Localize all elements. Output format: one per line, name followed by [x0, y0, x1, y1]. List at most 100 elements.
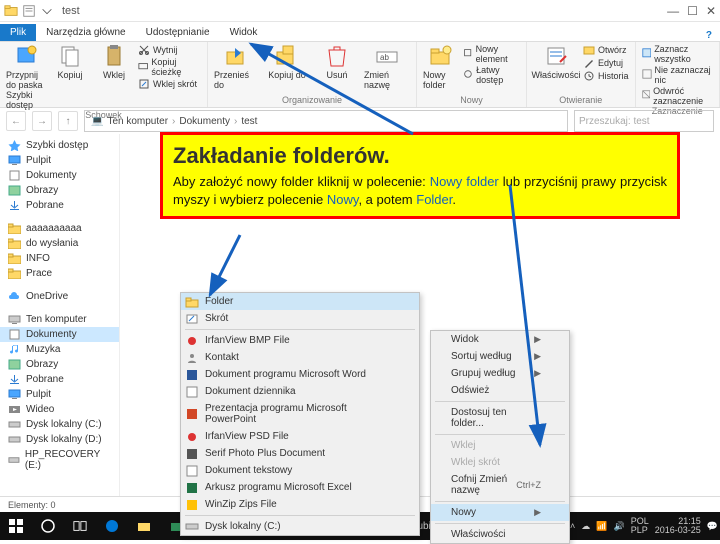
tray-network-icon[interactable]: 📶 [596, 521, 607, 532]
sidebar-item[interactable]: Obrazy [0, 357, 119, 372]
context-menu-new-item[interactable]: Dysk lokalny (C:) [181, 518, 419, 535]
context-menu-main[interactable]: Widok▶Sortuj według▶Grupuj według▶Odświe… [430, 330, 570, 544]
breadcrumb-item[interactable]: test [241, 116, 257, 127]
search-input[interactable]: Przeszukaj: test [574, 110, 714, 132]
sidebar-item-quick-access[interactable]: Szybki dostęp [0, 138, 119, 153]
sidebar-item[interactable]: Ten komputer [0, 312, 119, 327]
sidebar-item[interactable]: INFO [0, 251, 119, 266]
help-button[interactable]: ? [698, 30, 720, 41]
context-menu-new-item[interactable]: IrfanView BMP File [181, 332, 419, 349]
context-menu-item[interactable]: Cofnij Zmień nazwęCtrl+Z [431, 471, 569, 499]
copy-button[interactable]: Kopiuj [50, 44, 90, 80]
cortana-button[interactable] [34, 514, 62, 538]
sidebar-item[interactable]: Pobrane [0, 198, 119, 213]
new-item-button[interactable]: Nowy element [463, 44, 520, 64]
invert-selection-button[interactable]: Odwróć zaznaczenie [642, 86, 713, 106]
sidebar-item[interactable]: Pobrane [0, 372, 119, 387]
context-menu-item[interactable]: Widok▶ [431, 331, 569, 348]
context-menu-new-item[interactable]: Prezentacja programu Microsoft PowerPoin… [181, 400, 419, 428]
nav-tree[interactable]: Szybki dostęp PulpitDokumentyObrazyPobra… [0, 134, 120, 496]
nav-up-button[interactable]: ↑ [58, 111, 78, 131]
tray-action-center-icon[interactable]: 💬 [707, 521, 718, 532]
close-button[interactable]: ✕ [706, 4, 716, 18]
context-menu-new-item[interactable]: WinZip Zips File [181, 496, 419, 513]
context-menu-item[interactable]: Grupuj według▶ [431, 365, 569, 382]
context-menu-new[interactable]: FolderSkrótIrfanView BMP FileKontaktDoku… [180, 292, 420, 536]
breadcrumb-item[interactable]: Ten komputer [107, 116, 168, 127]
context-menu-new-item[interactable]: Folder [181, 293, 419, 310]
task-view-button[interactable] [66, 514, 94, 538]
ribbon-tabs: Plik Narzędzia główne Udostępnianie Wido… [0, 22, 720, 42]
menu-item-icon [185, 408, 199, 420]
context-menu-new-item[interactable]: Kontakt [181, 349, 419, 366]
properties-button[interactable]: Właściwości [533, 44, 579, 80]
tab-udostepnianie[interactable]: Udostępnianie [136, 24, 220, 41]
sidebar-item[interactable]: HP_RECOVERY (E:) [0, 447, 119, 473]
copy-path-button[interactable]: Kopiuj ścieżkę [138, 57, 201, 77]
sidebar-item[interactable]: Pulpit [0, 387, 119, 402]
sidebar-item[interactable]: Dysk lokalny (C:) [0, 417, 119, 432]
context-menu-new-item[interactable]: Dokument dziennika [181, 383, 419, 400]
sidebar-item[interactable]: Wideo [0, 402, 119, 417]
copy-to-button[interactable]: Kopiuj do [264, 44, 310, 80]
context-menu-new-item[interactable]: Skrót [181, 310, 419, 327]
sidebar-item[interactable]: Muzyka [0, 342, 119, 357]
rename-button[interactable]: abZmień nazwę [364, 44, 410, 90]
context-menu-item[interactable]: Odśwież [431, 382, 569, 399]
new-folder-button[interactable]: Nowy folder [423, 44, 459, 90]
tab-plik[interactable]: Plik [0, 24, 36, 41]
context-menu-item[interactable]: Właściwości [431, 526, 569, 543]
pin-button[interactable]: Przypnij do paska Szybki dostęp [6, 44, 46, 110]
delete-button[interactable]: Usuń [314, 44, 360, 80]
sidebar-item[interactable]: Dokumenty [0, 327, 119, 342]
start-button[interactable] [2, 514, 30, 538]
cut-button[interactable]: Wytnij [138, 44, 201, 56]
sidebar-item[interactable]: Obrazy [0, 183, 119, 198]
nav-forward-button[interactable]: → [32, 111, 52, 131]
tray-onedrive-icon[interactable]: ☁ [581, 521, 590, 532]
tray-up-icon[interactable]: ˄ [570, 521, 575, 531]
select-all-button[interactable]: Zaznacz wszystko [642, 44, 713, 64]
tray-language[interactable]: POL PLP [631, 517, 649, 535]
sidebar-item[interactable]: Dysk lokalny (D:) [0, 432, 119, 447]
context-menu-item[interactable]: Wklej [431, 437, 569, 454]
context-menu-item[interactable]: Dostosuj ten folder... [431, 404, 569, 432]
easy-access-button[interactable]: Łatwy dostęp [463, 65, 520, 85]
paste-button[interactable]: Wklej [94, 44, 134, 80]
context-menu-item[interactable]: Sortuj według▶ [431, 348, 569, 365]
context-menu-item[interactable]: Nowy▶ [431, 504, 569, 521]
maximize-button[interactable]: ☐ [687, 4, 698, 18]
taskbar-edge[interactable] [98, 514, 126, 538]
taskbar-explorer[interactable] [130, 514, 158, 538]
edit-button[interactable]: Edytuj [583, 57, 629, 69]
sidebar-item[interactable]: OneDrive [0, 289, 119, 304]
move-to-button[interactable]: Przenieś do [214, 44, 260, 90]
context-menu-new-item[interactable]: Serif Photo Plus Document [181, 445, 419, 462]
system-tray[interactable]: ˄ ☁ 📶 🔊 POL PLP 21:152016-03-25 💬 [570, 517, 718, 535]
history-button[interactable]: Historia [583, 70, 629, 82]
sidebar-item[interactable]: aaaaaaaaaa [0, 221, 119, 236]
breadcrumb-item[interactable]: Dokumenty [179, 116, 230, 127]
context-menu-new-item[interactable]: Arkusz programu Microsoft Excel [181, 479, 419, 496]
tray-clock[interactable]: 21:152016-03-25 [655, 517, 701, 535]
select-none-button[interactable]: Nie zaznaczaj nic [642, 65, 713, 85]
paste-label: Wklej [103, 70, 125, 80]
open-button[interactable]: Otwórz [583, 44, 629, 56]
context-menu-new-item[interactable]: Dokument programu Microsoft Word [181, 366, 419, 383]
nav-back-button[interactable]: ← [6, 111, 26, 131]
context-menu-item[interactable]: Wklej skrót [431, 454, 569, 471]
context-menu-new-item[interactable]: Dokument tekstowy [181, 462, 419, 479]
sidebar-item[interactable]: Prace [0, 266, 119, 281]
sidebar-item[interactable]: Pulpit [0, 153, 119, 168]
sidebar-item[interactable]: Dokumenty [0, 168, 119, 183]
tab-widok[interactable]: Widok [220, 24, 268, 41]
tab-glowne[interactable]: Narzędzia główne [36, 24, 136, 41]
paste-shortcut-button[interactable]: Wklej skrót [138, 78, 201, 90]
sidebar-item[interactable]: do wysłania [0, 236, 119, 251]
properties-icon[interactable] [22, 4, 36, 18]
breadcrumb[interactable]: 💻 Ten komputer› Dokumenty› test [84, 110, 568, 132]
minimize-button[interactable]: — [667, 4, 679, 18]
qat-dropdown-icon[interactable] [40, 4, 54, 18]
tray-volume-icon[interactable]: 🔊 [614, 521, 625, 532]
context-menu-new-item[interactable]: IrfanView PSD File [181, 428, 419, 445]
